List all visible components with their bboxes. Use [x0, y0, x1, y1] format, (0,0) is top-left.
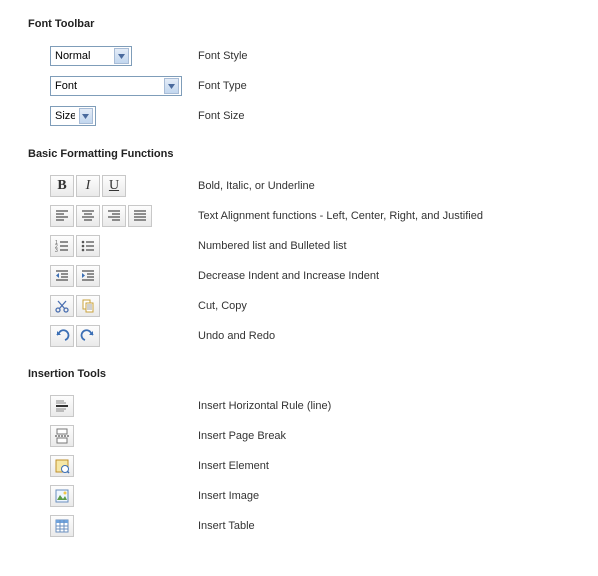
redo-icon	[80, 328, 96, 344]
copy-button[interactable]	[76, 295, 100, 317]
font-toolbar-section: Font Toolbar Normal Font Style Font Font…	[28, 18, 570, 128]
align-left-button[interactable]	[50, 205, 74, 227]
redo-button[interactable]	[76, 325, 100, 347]
tbl-row: Insert Table	[28, 514, 570, 538]
align-desc: Text Alignment functions - Left, Center,…	[188, 210, 570, 222]
elem-row: Insert Element	[28, 454, 570, 478]
insertion-tools-section: Insertion Tools Insert Horizontal Rule (…	[28, 368, 570, 538]
pb-row: Insert Page Break	[28, 424, 570, 448]
table-icon	[54, 518, 70, 534]
img-row: Insert Image	[28, 484, 570, 508]
undo-icon	[54, 328, 70, 344]
insert-element-icon	[54, 458, 70, 474]
decrease-indent-button[interactable]	[50, 265, 74, 287]
increase-indent-button[interactable]	[76, 265, 100, 287]
font-style-desc: Font Style	[188, 50, 570, 62]
numbered-list-icon: 123	[54, 238, 70, 254]
tbl-desc: Insert Table	[188, 520, 570, 532]
bulleted-list-icon	[80, 238, 96, 254]
biu-desc: Bold, Italic, or Underline	[188, 180, 570, 192]
insertion-tools-heading: Insertion Tools	[28, 368, 570, 380]
hr-row: Insert Horizontal Rule (line)	[28, 394, 570, 418]
cut-button[interactable]	[50, 295, 74, 317]
align-left-icon	[54, 208, 70, 224]
align-row: Text Alignment functions - Left, Center,…	[28, 204, 570, 228]
insert-image-button[interactable]	[50, 485, 74, 507]
basic-formatting-section: Basic Formatting Functions B I U Bold, I…	[28, 148, 570, 348]
cutcopy-desc: Cut, Copy	[188, 300, 570, 312]
img-desc: Insert Image	[188, 490, 570, 502]
hr-desc: Insert Horizontal Rule (line)	[188, 400, 570, 412]
italic-button[interactable]: I	[76, 175, 100, 197]
horizontal-rule-icon	[54, 398, 70, 414]
bold-button[interactable]: B	[50, 175, 74, 197]
copy-icon	[80, 298, 96, 314]
numbered-list-button[interactable]: 123	[50, 235, 74, 257]
list-desc: Numbered list and Bulleted list	[188, 240, 570, 252]
pb-desc: Insert Page Break	[188, 430, 570, 442]
font-type-row: Font Font Type	[28, 74, 570, 98]
font-size-desc: Font Size	[188, 110, 570, 122]
align-center-icon	[80, 208, 96, 224]
chevron-down-icon	[79, 108, 93, 124]
font-style-value: Normal	[55, 50, 90, 62]
indent-row: Decrease Indent and Increase Indent	[28, 264, 570, 288]
insert-table-button[interactable]	[50, 515, 74, 537]
list-row: 123 Numbered list and Bulleted list	[28, 234, 570, 258]
undo-button[interactable]	[50, 325, 74, 347]
biu-row: B I U Bold, Italic, or Underline	[28, 174, 570, 198]
align-justify-icon	[132, 208, 148, 224]
bulleted-list-button[interactable]	[76, 235, 100, 257]
undo-row: Undo and Redo	[28, 324, 570, 348]
chevron-down-icon	[164, 78, 179, 94]
font-size-value: Size	[55, 110, 75, 122]
svg-text:3: 3	[55, 248, 58, 254]
font-type-value: Font	[55, 80, 77, 92]
page-break-icon	[54, 428, 70, 444]
decrease-indent-icon	[54, 268, 70, 284]
font-size-row: Size Font Size	[28, 104, 570, 128]
insert-hr-button[interactable]	[50, 395, 74, 417]
elem-desc: Insert Element	[188, 460, 570, 472]
indent-desc: Decrease Indent and Increase Indent	[188, 270, 570, 282]
insert-page-break-button[interactable]	[50, 425, 74, 447]
align-center-button[interactable]	[76, 205, 100, 227]
scissors-icon	[54, 298, 70, 314]
insert-element-button[interactable]	[50, 455, 74, 477]
font-style-dropdown[interactable]: Normal	[50, 46, 132, 66]
font-type-dropdown[interactable]: Font	[50, 76, 182, 96]
align-right-button[interactable]	[102, 205, 126, 227]
image-icon	[54, 488, 70, 504]
basic-formatting-heading: Basic Formatting Functions	[28, 148, 570, 160]
chevron-down-icon	[114, 48, 129, 64]
font-type-desc: Font Type	[188, 80, 570, 92]
cutcopy-row: Cut, Copy	[28, 294, 570, 318]
font-size-dropdown[interactable]: Size	[50, 106, 96, 126]
undo-desc: Undo and Redo	[188, 330, 570, 342]
align-justify-button[interactable]	[128, 205, 152, 227]
underline-button[interactable]: U	[102, 175, 126, 197]
font-toolbar-heading: Font Toolbar	[28, 18, 570, 30]
font-style-row: Normal Font Style	[28, 44, 570, 68]
align-right-icon	[106, 208, 122, 224]
increase-indent-icon	[80, 268, 96, 284]
